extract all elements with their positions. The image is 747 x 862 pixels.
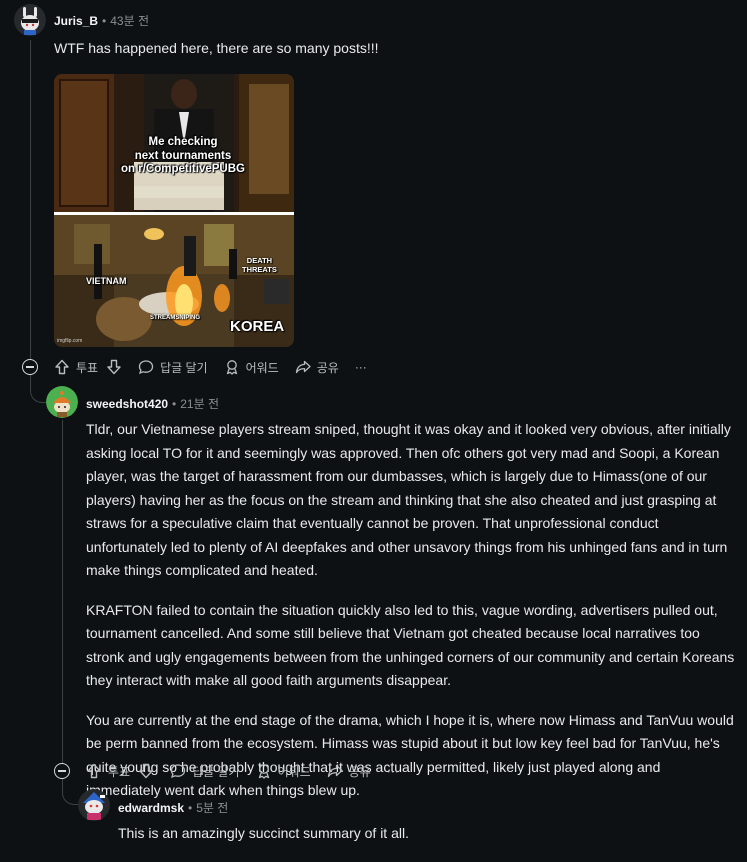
upvote-arrow-icon [55,359,69,375]
reply-button[interactable]: 답글 달기 [130,353,216,381]
meme-label-korea: KOREA [230,318,285,335]
vote-label: 투표 [108,764,131,779]
author-name[interactable]: sweedshot420 [86,397,168,411]
upvote-button[interactable]: 투표 [46,353,106,381]
meme-image[interactable]: Me checking next tournaments on r/Compet… [54,74,294,347]
comment-timestamp[interactable]: 21분 전 [180,395,219,412]
thread-elbow-reply1 [30,372,47,403]
comment-bubble-icon [138,360,154,375]
comment-timestamp[interactable]: 5분 전 [196,799,228,816]
comment-meta-edwardmsk: edwardmsk • 5분 전 [118,799,229,816]
share-arrow-icon [327,764,343,778]
reply-button[interactable]: 답글 달기 [162,757,248,785]
upvote-button[interactable]: 투표 [78,757,138,785]
reply-label: 답글 달기 [192,764,240,779]
avatar-juris-b[interactable] [14,4,46,36]
comment-bubble-icon [170,764,186,779]
comment-paragraph: Tldr, our Vietnamese players stream snip… [86,421,731,578]
comment-paragraph: KRAFTON failed to contain the situation … [86,601,735,689]
vote-label: 투표 [76,360,99,375]
upvote-arrow-icon [87,763,101,779]
share-arrow-icon [295,360,311,374]
comment-paragraph: WTF has happened here, there are so many… [54,40,379,56]
comment-body-juris-b: WTF has happened here, there are so many… [54,37,714,77]
comment-meta-juris-b: Juris_B • 43분 전 [54,12,149,29]
share-label: 공유 [348,764,371,779]
collapse-thread-button[interactable] [54,763,70,779]
meme-label-death-threats: DEATH THREATS [242,256,277,274]
more-options-button[interactable]: ··· [347,353,375,381]
meme-top-caption: Me checking next tournaments on r/Compet… [121,136,245,175]
downvote-button[interactable] [138,757,162,785]
comment-paragraph: You are currently at the end stage of th… [86,711,734,799]
meme-label-streamsniping: STREAMSNIPING [150,315,201,321]
meme-label-vietnam: VIETNAM [86,276,127,286]
author-name[interactable]: Juris_B [54,14,98,28]
collapse-thread-button[interactable] [22,359,38,375]
meme-picture [54,74,294,347]
avatar-sweedshot420[interactable] [46,386,78,418]
comment-body-edwardmsk: This is an amazingly succinct summary of… [118,822,718,862]
comment-actions-juris-b: 투표 답글 달기 어워드 공유 ··· [46,353,375,381]
downvote-button[interactable] [106,353,130,381]
thread-line-reply [62,420,63,765]
meme-watermark: imgflip.com [57,338,83,344]
snoo-avatar-icon [46,386,78,418]
share-button[interactable]: 공유 [319,757,379,785]
comment-meta-sweedshot420: sweedshot420 • 21분 전 [86,395,220,412]
downvote-arrow-icon [139,763,153,779]
award-button[interactable]: 어워드 [248,757,319,785]
comment-actions-sweedshot420: 투표 답글 달기 어워드 공유 ··· [78,757,407,785]
thread-elbow-reply2 [62,778,79,805]
share-label: 공유 [316,360,339,375]
comment-paragraph: This is an amazingly succinct summary of… [118,825,409,841]
more-options-button[interactable]: ··· [379,757,407,785]
avatar-edwardmsk[interactable] [78,789,110,821]
thread-line-root [30,40,31,360]
award-label: 어워드 [245,360,279,375]
downvote-arrow-icon [107,359,121,375]
comment-timestamp[interactable]: 43분 전 [110,12,149,29]
more-options-icon: ··· [386,764,399,778]
snoo-avatar-icon [78,789,110,821]
award-label: 어워드 [277,764,311,779]
more-options-icon: ··· [354,360,367,374]
snoo-avatar-icon [14,4,46,36]
share-button[interactable]: 공유 [287,353,347,381]
award-button[interactable]: 어워드 [216,353,287,381]
reply-label: 답글 달기 [160,360,208,375]
award-icon [226,360,237,375]
author-name[interactable]: edwardmsk [118,801,184,815]
award-icon [258,764,269,779]
